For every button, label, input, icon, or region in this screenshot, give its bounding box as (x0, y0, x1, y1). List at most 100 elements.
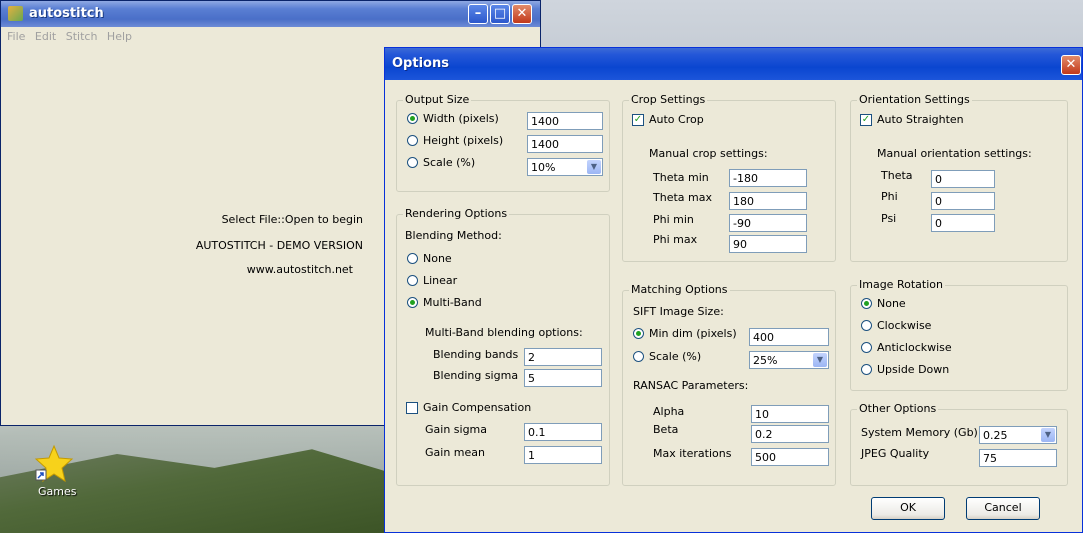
options-title: Options (392, 56, 449, 71)
other-options-group: Other Options System Memory (Gb) 0.25 ▼ … (850, 402, 1068, 486)
theta-min-label: Theta min (653, 171, 709, 184)
min-dim-label: Min dim (pixels) (649, 327, 737, 340)
image-rotation-title: Image Rotation (857, 278, 945, 291)
beta-field[interactable]: 0.2 (751, 425, 829, 443)
auto-straighten-checkbox[interactable]: ✓ (860, 114, 872, 126)
manual-orientation-label: Manual orientation settings: (877, 147, 1032, 160)
beta-label: Beta (653, 423, 679, 436)
sift-scale-select[interactable]: 25% ▼ (749, 351, 829, 369)
jpeg-quality-label: JPEG Quality (861, 447, 930, 460)
gain-sigma-label: Gain sigma (425, 423, 488, 436)
blending-bands-label: Blending bands (433, 348, 519, 361)
blending-method-label: Blending Method: (405, 229, 502, 242)
games-icon-label[interactable]: Games (38, 485, 76, 498)
rotation-anticlockwise-label: Anticlockwise (877, 341, 952, 354)
sift-scale-select-value: 25% (753, 354, 778, 367)
rotation-clockwise-radio[interactable] (861, 320, 872, 331)
width-field[interactable]: 1400 (527, 112, 603, 130)
scale-select[interactable]: 10% ▼ (527, 158, 603, 176)
menu-edit[interactable]: Edit (35, 30, 56, 43)
theta-min-field[interactable]: -180 (729, 169, 807, 187)
rotation-none-radio[interactable] (861, 298, 872, 309)
theta-label: Theta (881, 169, 913, 182)
alpha-label: Alpha (653, 405, 685, 418)
system-memory-select[interactable]: 0.25 ▼ (979, 426, 1057, 444)
system-memory-label: System Memory (Gb) (861, 426, 978, 439)
rotation-upside-down-label: Upside Down (877, 363, 950, 376)
scale-select-value: 10% (531, 161, 556, 174)
blending-bands-field[interactable]: 2 (524, 348, 602, 366)
ok-button[interactable]: OK (871, 497, 945, 520)
image-rotation-group: Image Rotation None Clockwise Anticlockw… (850, 278, 1068, 391)
alpha-field[interactable]: 10 (751, 405, 829, 423)
max-iterations-label: Max iterations (653, 447, 732, 460)
phi-label: Phi (881, 190, 898, 203)
blend-linear-radio[interactable] (407, 275, 418, 286)
auto-crop-checkbox[interactable]: ✓ (632, 114, 644, 126)
rendering-options-title: Rendering Options (403, 207, 510, 220)
menu-stitch[interactable]: Stitch (66, 30, 98, 43)
blend-none-radio[interactable] (407, 253, 418, 264)
options-close-button[interactable]: ✕ (1061, 55, 1081, 75)
main-titlebar[interactable]: autostitch – □ ✕ (1, 1, 540, 27)
scale-radio[interactable] (407, 157, 418, 168)
cancel-button[interactable]: Cancel (966, 497, 1040, 520)
gain-mean-label: Gain mean (425, 446, 485, 459)
close-button[interactable]: ✕ (512, 4, 532, 24)
rendering-options-group: Rendering Options Blending Method: None … (396, 207, 610, 486)
other-options-title: Other Options (857, 402, 939, 415)
minimize-button[interactable]: – (468, 4, 488, 24)
crop-settings-title: Crop Settings (629, 93, 708, 106)
blending-sigma-label: Blending sigma (433, 369, 519, 382)
auto-crop-label: Auto Crop (649, 113, 704, 126)
sift-image-size-label: SIFT Image Size: (633, 305, 724, 318)
status-line-open: Select File::Open to begin (221, 213, 363, 226)
gain-compensation-checkbox[interactable] (406, 402, 418, 414)
maximize-button[interactable]: □ (490, 4, 510, 24)
blend-none-label: None (423, 252, 452, 265)
width-radio[interactable] (407, 113, 418, 124)
system-memory-value: 0.25 (983, 429, 1008, 442)
min-dim-field[interactable]: 400 (749, 328, 829, 346)
rotation-upside-down-radio[interactable] (861, 364, 872, 375)
phi-max-label: Phi max (653, 233, 698, 246)
theta-field[interactable]: 0 (931, 170, 995, 188)
height-field[interactable]: 1400 (527, 135, 603, 153)
sift-scale-label: Scale (%) (649, 350, 702, 363)
phi-field[interactable]: 0 (931, 192, 995, 210)
chevron-down-icon[interactable]: ▼ (1041, 428, 1055, 442)
phi-min-label: Phi min (653, 213, 694, 226)
matching-options-group: Matching Options SIFT Image Size: Min di… (622, 283, 836, 486)
menu-help[interactable]: Help (107, 30, 132, 43)
min-dim-radio[interactable] (633, 328, 644, 339)
manual-crop-label: Manual crop settings: (649, 147, 768, 160)
width-label: Width (pixels) (423, 112, 499, 125)
phi-min-field[interactable]: -90 (729, 214, 807, 232)
blend-multiband-radio[interactable] (407, 297, 418, 308)
phi-max-field[interactable]: 90 (729, 235, 807, 253)
height-radio[interactable] (407, 135, 418, 146)
rotation-anticlockwise-radio[interactable] (861, 342, 872, 353)
theta-max-field[interactable]: 180 (729, 192, 807, 210)
blending-sigma-field[interactable]: 5 (524, 369, 602, 387)
scale-label: Scale (%) (423, 156, 476, 169)
gain-sigma-field[interactable]: 0.1 (524, 423, 602, 441)
jpeg-quality-field[interactable]: 75 (979, 449, 1057, 467)
sift-scale-radio[interactable] (633, 351, 644, 362)
orientation-settings-title: Orientation Settings (857, 93, 972, 106)
ransac-parameters-label: RANSAC Parameters: (633, 379, 749, 392)
chevron-down-icon[interactable]: ▼ (813, 353, 827, 367)
blend-multiband-label: Multi-Band (423, 296, 482, 309)
status-line-demo: AUTOSTITCH - DEMO VERSION (195, 239, 363, 252)
gain-mean-field[interactable]: 1 (524, 446, 602, 464)
games-icon[interactable] (34, 444, 74, 484)
max-iterations-field[interactable]: 500 (751, 448, 829, 466)
gain-compensation-label: Gain Compensation (423, 401, 532, 414)
output-size-group: Output Size Width (pixels) 1400 Height (… (396, 93, 610, 192)
psi-field[interactable]: 0 (931, 214, 995, 232)
options-titlebar[interactable]: Options ✕ (385, 48, 1082, 80)
chevron-down-icon[interactable]: ▼ (587, 160, 601, 174)
main-window-title: autostitch (29, 6, 104, 21)
blend-linear-label: Linear (423, 274, 458, 287)
menu-file[interactable]: File (7, 30, 25, 43)
